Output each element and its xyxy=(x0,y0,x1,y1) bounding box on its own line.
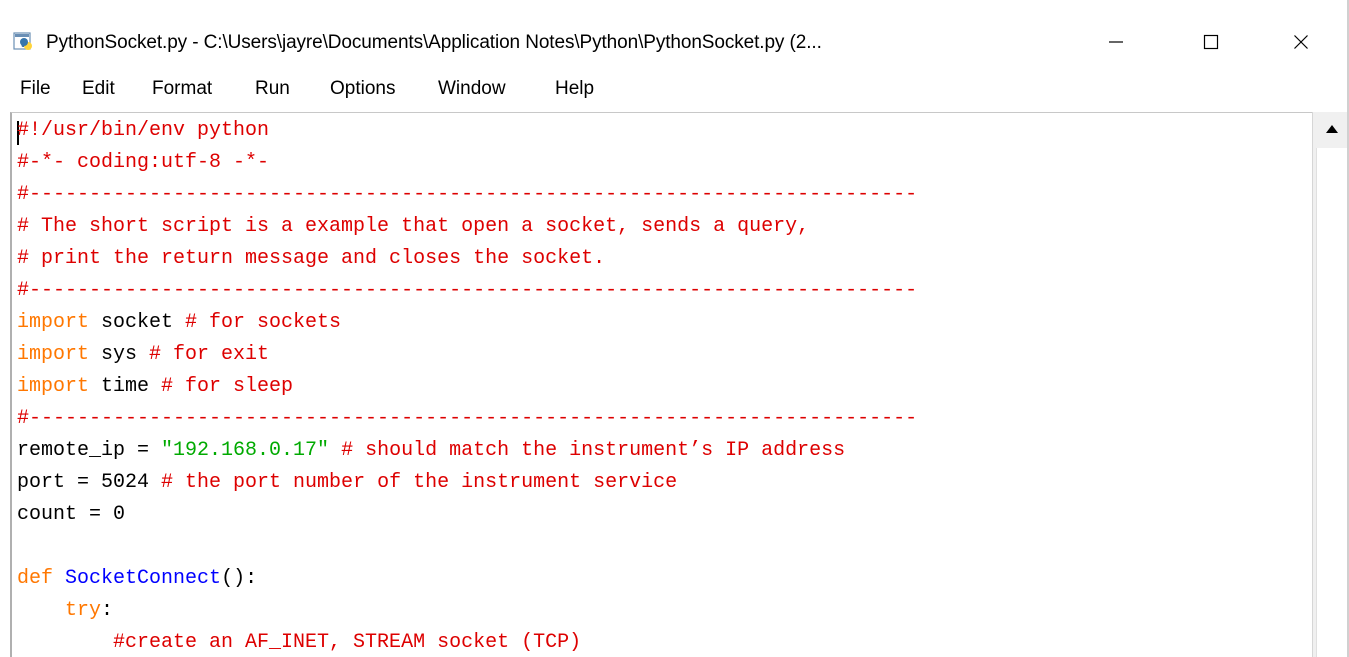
code-token: # The short script is a example that ope… xyxy=(17,215,810,238)
code-token: "192.168.0.17" xyxy=(161,439,330,462)
code-token: def xyxy=(17,567,54,590)
code-token: import xyxy=(17,343,90,366)
code-editor[interactable]: #!/usr/bin/env python #-*- coding:utf-8 -… xyxy=(10,112,1314,657)
menu-bar: File Edit Format Run Options Window Help xyxy=(0,70,1349,110)
code-line: #---------------------------------------… xyxy=(17,181,917,209)
code-line: remote_ip = "192.168.0.17" # should matc… xyxy=(17,437,845,465)
top-strip xyxy=(0,0,1349,4)
menu-edit[interactable]: Edit xyxy=(82,78,115,100)
menu-window[interactable]: Window xyxy=(438,78,506,100)
scroll-up-arrow-icon xyxy=(1325,125,1338,133)
title-bar[interactable]: PythonSocket.py - C:\Users\jayre\Documen… xyxy=(0,22,1349,62)
code-token: # for exit xyxy=(149,343,270,366)
code-line: try: xyxy=(17,597,113,625)
window-title: PythonSocket.py - C:\Users\jayre\Documen… xyxy=(46,32,822,53)
minimize-icon xyxy=(1109,41,1123,43)
code-line: #create an AF_INET, STREAM socket (TCP) xyxy=(17,629,581,657)
close-icon xyxy=(1294,35,1308,49)
code-line: import sys # for exit xyxy=(17,341,269,369)
code-token: SocketConnect xyxy=(65,567,222,590)
code-token: count = 0 xyxy=(17,503,126,526)
maximize-icon xyxy=(1203,34,1219,50)
vertical-scrollbar[interactable] xyxy=(1312,112,1349,657)
code-token: try xyxy=(65,599,102,622)
code-line: #---------------------------------------… xyxy=(17,405,917,433)
code-token: (): xyxy=(221,567,258,590)
idle-editor-window: PythonSocket.py - C:\Users\jayre\Documen… xyxy=(0,0,1349,657)
code-line: #---------------------------------------… xyxy=(17,277,917,305)
code-token: time xyxy=(89,375,162,398)
close-button[interactable] xyxy=(1271,22,1331,62)
code-line: # The short script is a example that ope… xyxy=(17,213,809,241)
code-token: #---------------------------------------… xyxy=(17,183,918,206)
code-token: sys xyxy=(89,343,150,366)
code-token: # should match the instrument’s IP addre… xyxy=(341,439,846,462)
code-token: # print the return message and closes th… xyxy=(17,247,606,270)
code-token: remote_ip = xyxy=(17,439,162,462)
code-line: count = 0 xyxy=(17,501,125,529)
code-line: #-*- coding:utf-8 -*- xyxy=(17,149,269,177)
code-line: #!/usr/bin/env python xyxy=(17,117,269,145)
code-line: import time # for sleep xyxy=(17,373,293,401)
code-token: port = 5024 xyxy=(17,471,162,494)
code-token: #---------------------------------------… xyxy=(17,279,918,302)
code-token: #---------------------------------------… xyxy=(17,407,918,430)
menu-run[interactable]: Run xyxy=(255,78,290,100)
menu-options[interactable]: Options xyxy=(330,78,395,100)
code-line: def SocketConnect(): xyxy=(17,565,257,593)
menu-file[interactable]: File xyxy=(20,78,51,100)
scroll-up-button[interactable] xyxy=(1313,112,1349,146)
menu-format[interactable]: Format xyxy=(152,78,212,100)
code-token: import xyxy=(17,311,90,334)
scroll-thumb[interactable] xyxy=(1316,148,1348,657)
code-token: # for sockets xyxy=(185,311,342,334)
code-token: : xyxy=(101,599,114,622)
minimize-button[interactable] xyxy=(1086,22,1146,62)
code-line: import socket # for sockets xyxy=(17,309,341,337)
code-token: # the port number of the instrument serv… xyxy=(161,471,678,494)
code-token: #create an AF_INET, STREAM socket (TCP) xyxy=(113,631,582,654)
code-token: socket xyxy=(89,311,186,334)
code-line: port = 5024 # the port number of the ins… xyxy=(17,469,677,497)
code-token: # for sleep xyxy=(161,375,294,398)
code-token: #!/usr/bin/env python xyxy=(17,119,270,142)
maximize-button[interactable] xyxy=(1181,22,1241,62)
code-token: #-*- coding:utf-8 -*- xyxy=(17,151,270,174)
menu-help[interactable]: Help xyxy=(555,78,594,100)
code-line: # print the return message and closes th… xyxy=(17,245,605,273)
idle-python-icon[interactable] xyxy=(13,32,35,52)
code-token: import xyxy=(17,375,90,398)
